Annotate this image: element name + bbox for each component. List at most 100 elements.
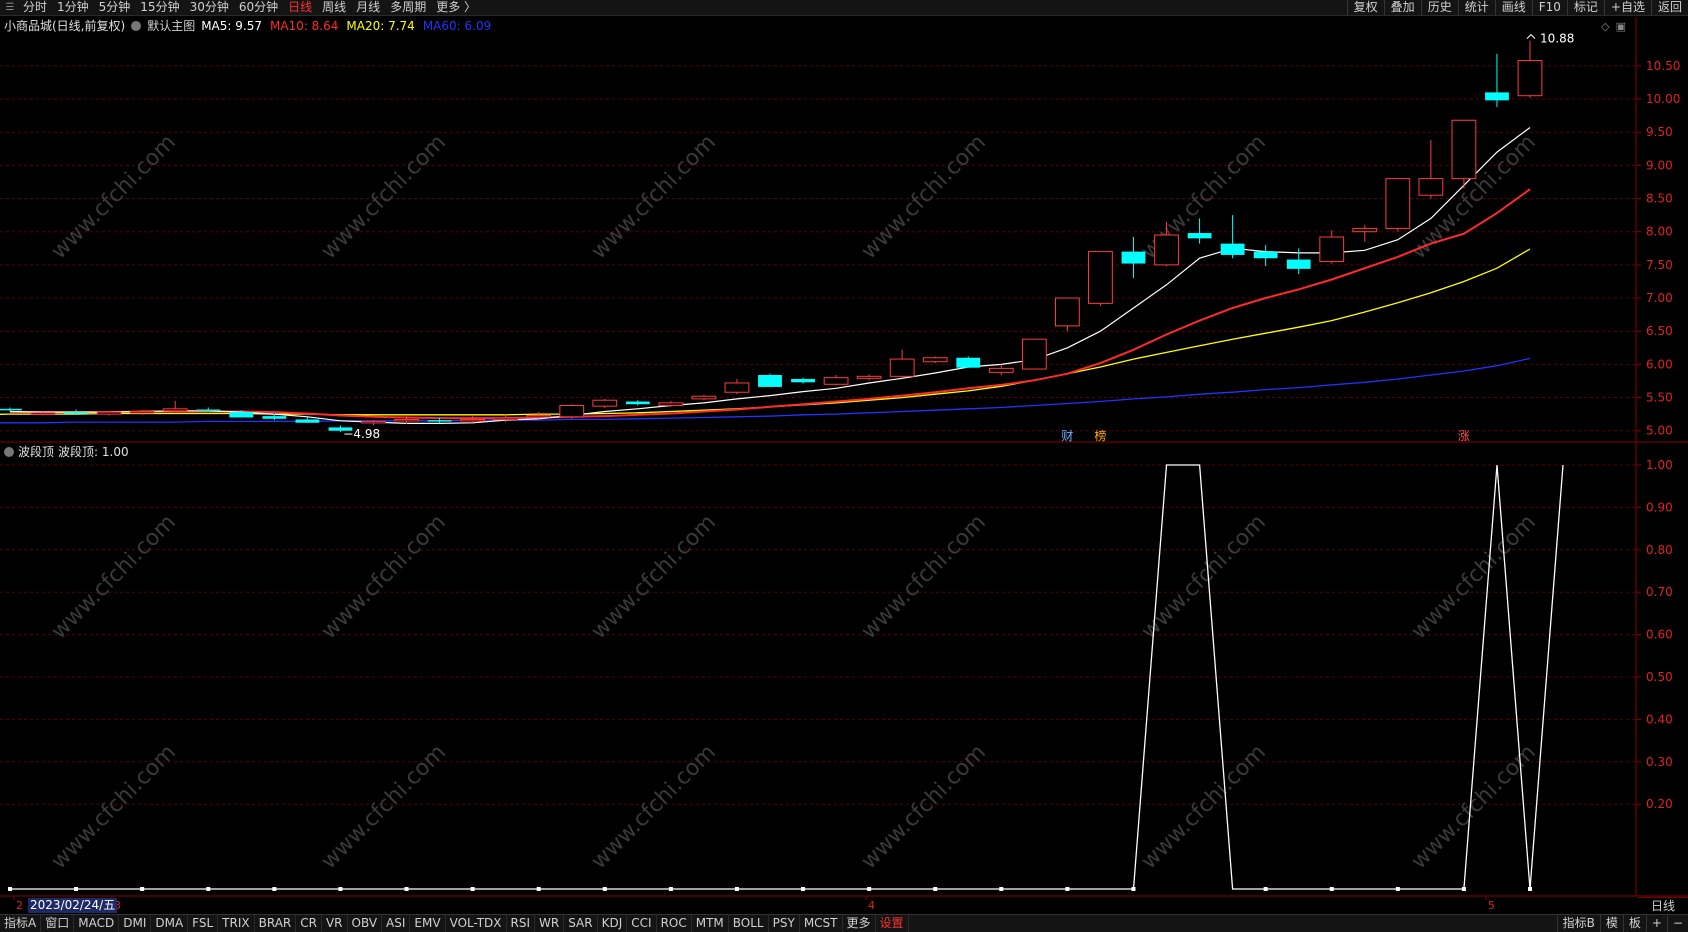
bottom-tool-button[interactable]: 板 [1622, 915, 1646, 932]
candle-body-up [493, 417, 519, 421]
indicator-axis-label: 0.50 [1646, 670, 1673, 684]
indicator-tab[interactable]: BOLL [729, 915, 769, 932]
indicator-tab[interactable]: KDJ [598, 915, 628, 932]
indicator-point [536, 887, 541, 891]
indicator-tab[interactable]: CCI [627, 915, 657, 932]
price-axis-label: 5.50 [1646, 391, 1673, 405]
candle-body-down [758, 374, 782, 387]
watermark-text: www.cfchi.com [47, 130, 181, 264]
candle-body-down [1187, 233, 1212, 239]
indicator-tab[interactable]: VOL-TDX [446, 915, 507, 932]
indicator-axis-label: 0.90 [1646, 500, 1673, 514]
candle-body-down [0, 408, 22, 411]
price-axis-label: 10.50 [1646, 59, 1680, 73]
indicator-tab[interactable]: 更多 [843, 915, 876, 932]
indicator-axis-label: 0.80 [1646, 543, 1673, 557]
price-axis-label: 8.50 [1646, 192, 1673, 206]
candle-body-up [162, 408, 188, 412]
candle-body-down [1220, 243, 1245, 255]
indicator-point [734, 887, 739, 891]
indicator-tab[interactable]: TRIX [218, 915, 255, 932]
high-price-label: 10.88 [1540, 32, 1574, 46]
event-tag: 榜 [1094, 428, 1106, 443]
bottom-tool-button[interactable]: + [1645, 915, 1667, 932]
bottom-tool-button[interactable]: 模 [1599, 915, 1623, 932]
indicator-tab[interactable]: DMI [119, 915, 152, 932]
bottom-tool-button[interactable]: − [1666, 915, 1688, 932]
indicator-name[interactable]: 波段顶 [18, 443, 54, 461]
indicator-point [1329, 887, 1334, 891]
candle-body-down [262, 416, 287, 419]
indicator-tab[interactable]: DMA [151, 915, 189, 932]
indicator-point [668, 887, 673, 891]
price-axis-label: 10.00 [1646, 92, 1680, 106]
month-label: 4 [868, 899, 875, 912]
indicator-tab[interactable]: MTM [692, 915, 729, 932]
indicator-point [1395, 887, 1400, 891]
indicator-tab[interactable]: ASI [382, 915, 411, 932]
candle-body-up [361, 420, 386, 424]
indicator-tab[interactable]: EMV [410, 915, 446, 932]
low-price-label: 4.98 [353, 427, 380, 441]
candle-body-up [96, 411, 122, 415]
high-marker-arrow [1526, 33, 1536, 39]
candle-body-up [129, 410, 155, 414]
indicator-tab[interactable]: PSY [769, 915, 800, 932]
period-label: 日线 [1638, 897, 1688, 914]
indicator-point [999, 887, 1004, 891]
candle-body-up [856, 375, 882, 379]
month-label: 2 [16, 899, 23, 912]
cursor-date-badge: 2023/02/24/五 [28, 898, 118, 913]
watermark-text: www.cfchi.com [1137, 510, 1271, 644]
indicator-point [1131, 887, 1136, 891]
candle-body-down [229, 412, 254, 418]
indicator-tab[interactable]: 指标A [0, 915, 42, 932]
indicator-tab[interactable]: 设置 [876, 915, 909, 932]
indicator-tab[interactable]: MACD [74, 915, 120, 932]
chart-canvas[interactable]: 10.50 10.00 9.50 9.00 8.50 8.00 7.50 7.00 6.50 6.… [0, 0, 1688, 932]
month-label: 5 [1488, 899, 1495, 912]
watermark-text: www.cfchi.com [47, 510, 181, 644]
indicator-tab[interactable]: FSL [188, 915, 219, 932]
indicator-tab[interactable]: 窗口 [41, 915, 75, 932]
indicator-axis-label: 0.20 [1646, 797, 1673, 811]
event-tag: 财 [1061, 429, 1073, 443]
indicator-tab[interactable]: ROC [657, 915, 692, 932]
candle-body-down [1286, 259, 1311, 269]
indicator-point [206, 887, 211, 891]
indicator-point [272, 887, 277, 891]
indicator-axis-label: 0.60 [1646, 628, 1673, 642]
candle-body-up [526, 414, 552, 418]
candle-body-down [791, 378, 815, 383]
indicator-tab[interactable]: WR [535, 915, 565, 932]
indicator-tab[interactable]: MCST [800, 915, 843, 932]
indicator-axis-label: 0.70 [1646, 585, 1673, 599]
indicator-axis-label: 0.30 [1646, 755, 1673, 769]
watermark-text: www.cfchi.com [587, 510, 721, 644]
candle-body-up [1054, 297, 1080, 327]
indicator-tab[interactable]: VR [322, 915, 348, 932]
indicator-axis-label: 1.00 [1646, 458, 1673, 472]
bottom-tool-button[interactable]: 指标B [1556, 915, 1600, 932]
indicator-point [867, 887, 872, 891]
indicator-tab[interactable]: BRAR [255, 915, 297, 932]
indicator-tab[interactable]: SAR [564, 915, 598, 932]
candle-body-down [1253, 251, 1278, 259]
candle-body-up [30, 412, 56, 415]
indicator-point [801, 887, 806, 891]
candle-body-up [922, 357, 948, 363]
indicator-tab[interactable]: RSI [507, 915, 536, 932]
price-axis-label: 6.00 [1646, 357, 1673, 371]
indicator-tab[interactable]: CR [296, 915, 322, 932]
indicator-dropdown-icon[interactable] [4, 447, 14, 457]
indicator-tabs: 指标A 窗口 MACD DMI DMA FSL TRIX BRAR CR VR OBV ASI EMV V… [0, 915, 909, 932]
price-axis-label: 7.50 [1646, 258, 1673, 272]
candle-body-up [724, 382, 750, 393]
sub-chart-info: 波段顶 波段顶: 1.00 [0, 443, 129, 461]
candle-body-up [823, 377, 849, 385]
indicator-point [1263, 887, 1268, 891]
candle-body-down [295, 419, 320, 423]
ma20-line [0, 248, 1531, 416]
indicator-tab[interactable]: OBV [348, 915, 383, 932]
indicator-point [404, 887, 409, 891]
